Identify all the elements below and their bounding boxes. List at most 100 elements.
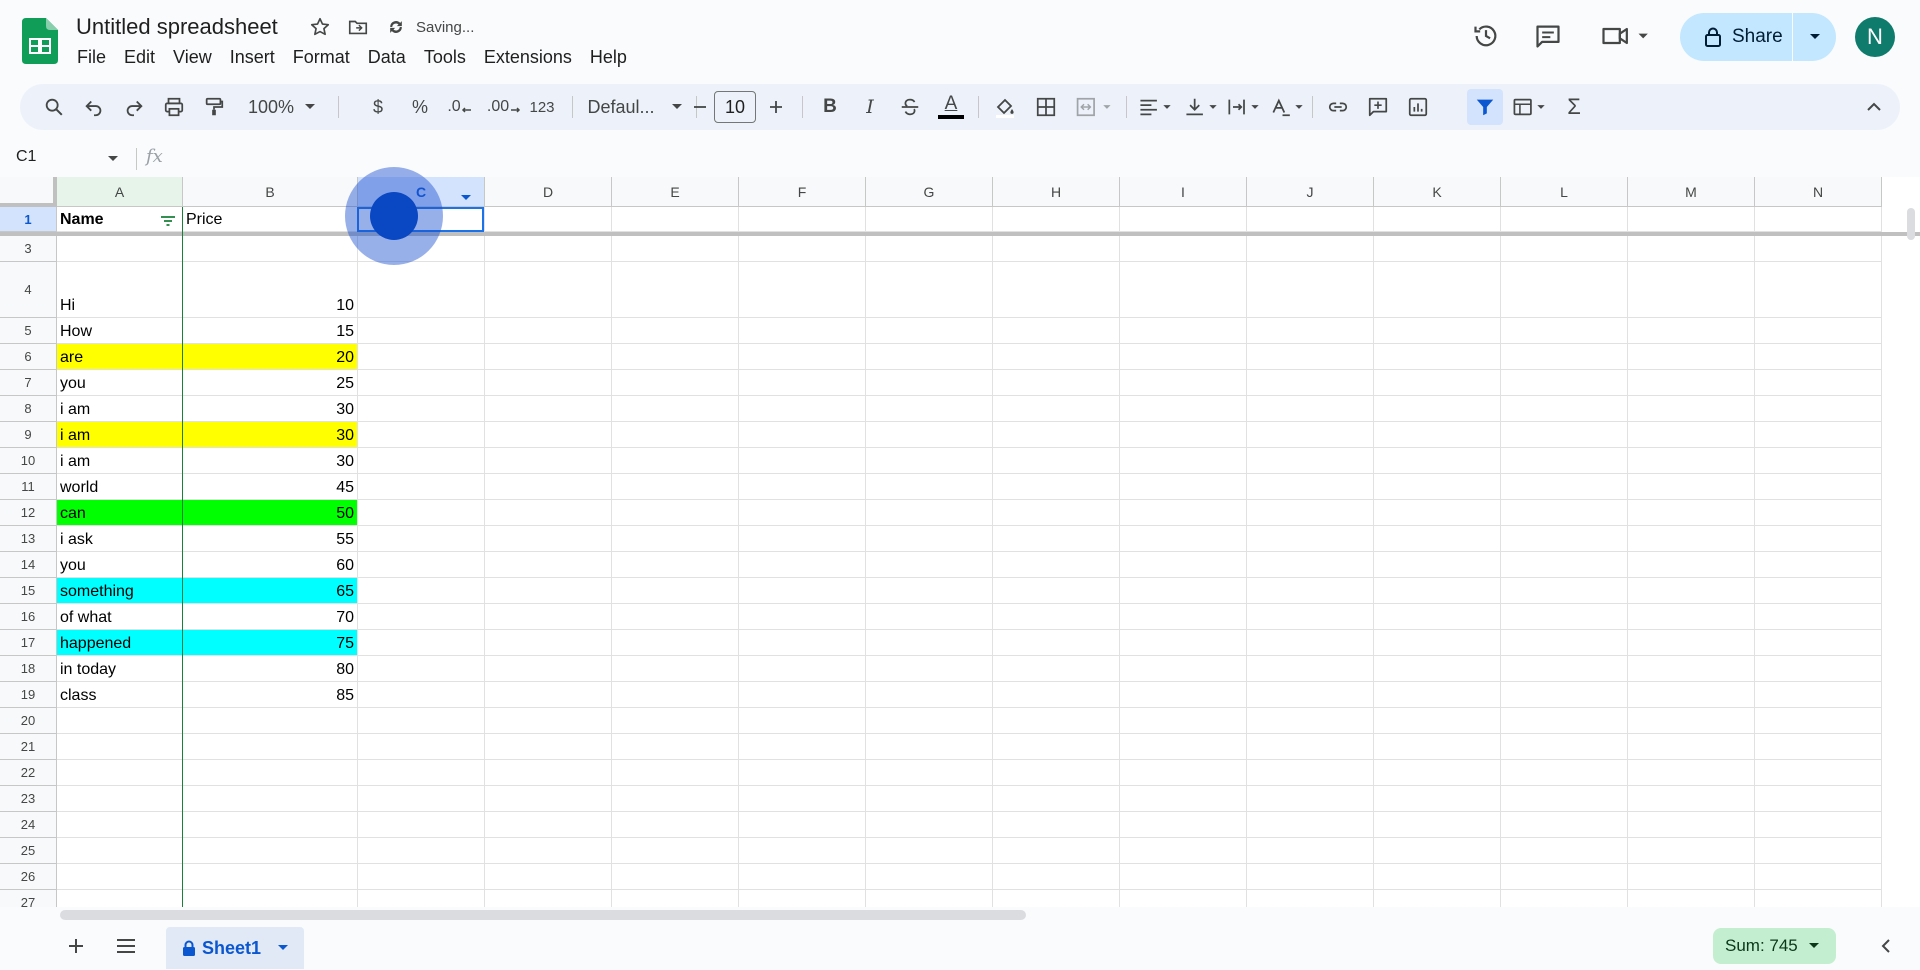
cell-e14[interactable]: [612, 552, 739, 578]
cell-e19[interactable]: [612, 682, 739, 708]
cell-j18[interactable]: [1247, 656, 1374, 682]
horizontal-scrollbar[interactable]: [60, 910, 1026, 920]
cell-g8[interactable]: [866, 396, 993, 422]
row-header-17[interactable]: 17: [0, 630, 57, 656]
cell-i8[interactable]: [1120, 396, 1247, 422]
cell-n26[interactable]: [1755, 864, 1882, 890]
cell-h19[interactable]: [993, 682, 1120, 708]
cell-b6[interactable]: 20: [183, 344, 358, 370]
cell-f8[interactable]: [739, 396, 866, 422]
cell-m5[interactable]: [1628, 318, 1755, 344]
menu-data[interactable]: Data: [359, 46, 415, 68]
row-header-3[interactable]: 3: [0, 236, 57, 262]
cell-n22[interactable]: [1755, 760, 1882, 786]
cell-h1[interactable]: [993, 207, 1120, 232]
cell-e13[interactable]: [612, 526, 739, 552]
row-header-14[interactable]: 14: [0, 552, 57, 578]
cell-c4[interactable]: [358, 262, 485, 318]
column-header-i[interactable]: I: [1120, 177, 1247, 207]
cell-g17[interactable]: [866, 630, 993, 656]
cell-a7[interactable]: you: [57, 370, 183, 396]
decrease-font-size-button[interactable]: [686, 84, 714, 130]
cell-d12[interactable]: [485, 500, 612, 526]
cell-d25[interactable]: [485, 838, 612, 864]
cell-j23[interactable]: [1247, 786, 1374, 812]
cell-m26[interactable]: [1628, 864, 1755, 890]
cell-j9[interactable]: [1247, 422, 1374, 448]
cell-l16[interactable]: [1501, 604, 1628, 630]
cell-a10[interactable]: i am: [57, 448, 183, 474]
cell-c15[interactable]: [358, 578, 485, 604]
cell-n24[interactable]: [1755, 812, 1882, 838]
name-box[interactable]: C1: [16, 148, 36, 166]
cell-g18[interactable]: [866, 656, 993, 682]
cell-f6[interactable]: [739, 344, 866, 370]
cell-c16[interactable]: [358, 604, 485, 630]
row-header-16[interactable]: 16: [0, 604, 57, 630]
cell-n14[interactable]: [1755, 552, 1882, 578]
cell-m16[interactable]: [1628, 604, 1755, 630]
cell-e24[interactable]: [612, 812, 739, 838]
row-header-6[interactable]: 6: [0, 344, 57, 370]
cell-f26[interactable]: [739, 864, 866, 890]
cell-d11[interactable]: [485, 474, 612, 500]
vertical-align-icon[interactable]: [1180, 84, 1224, 130]
cell-l20[interactable]: [1501, 708, 1628, 734]
cell-n7[interactable]: [1755, 370, 1882, 396]
cell-i4[interactable]: [1120, 262, 1247, 318]
cell-g13[interactable]: [866, 526, 993, 552]
cell-a20[interactable]: [57, 708, 183, 734]
row-header-27[interactable]: 27: [0, 890, 57, 907]
cell-a24[interactable]: [57, 812, 183, 838]
insert-comment-icon[interactable]: [1360, 84, 1396, 130]
cell-g20[interactable]: [866, 708, 993, 734]
cell-f3[interactable]: [739, 236, 866, 262]
cell-l5[interactable]: [1501, 318, 1628, 344]
cell-a12[interactable]: can: [57, 500, 183, 526]
all-sheets-icon[interactable]: [112, 932, 140, 960]
cell-j22[interactable]: [1247, 760, 1374, 786]
cell-l14[interactable]: [1501, 552, 1628, 578]
cell-e9[interactable]: [612, 422, 739, 448]
insert-link-icon[interactable]: [1320, 84, 1356, 130]
cell-a17[interactable]: happened: [57, 630, 183, 656]
cell-m11[interactable]: [1628, 474, 1755, 500]
cell-j25[interactable]: [1247, 838, 1374, 864]
row-header-13[interactable]: 13: [0, 526, 57, 552]
cell-g26[interactable]: [866, 864, 993, 890]
cell-e3[interactable]: [612, 236, 739, 262]
cell-g11[interactable]: [866, 474, 993, 500]
column-header-b[interactable]: B: [183, 177, 358, 207]
menu-insert[interactable]: Insert: [221, 46, 284, 68]
cell-g1[interactable]: [866, 207, 993, 232]
cell-m13[interactable]: [1628, 526, 1755, 552]
cell-l6[interactable]: [1501, 344, 1628, 370]
menu-extensions[interactable]: Extensions: [475, 46, 581, 68]
cell-k26[interactable]: [1374, 864, 1501, 890]
cell-f19[interactable]: [739, 682, 866, 708]
cell-e22[interactable]: [612, 760, 739, 786]
cell-f24[interactable]: [739, 812, 866, 838]
cell-d14[interactable]: [485, 552, 612, 578]
cell-h24[interactable]: [993, 812, 1120, 838]
cell-f23[interactable]: [739, 786, 866, 812]
cell-b21[interactable]: [183, 734, 358, 760]
cell-n9[interactable]: [1755, 422, 1882, 448]
move-folder-icon[interactable]: [346, 15, 370, 39]
cell-j11[interactable]: [1247, 474, 1374, 500]
font-size-input[interactable]: 10: [714, 91, 756, 123]
cell-l21[interactable]: [1501, 734, 1628, 760]
cell-i23[interactable]: [1120, 786, 1247, 812]
share-button[interactable]: Share: [1680, 13, 1836, 61]
cell-f4[interactable]: [739, 262, 866, 318]
cell-b19[interactable]: 85: [183, 682, 358, 708]
cell-g16[interactable]: [866, 604, 993, 630]
cell-l24[interactable]: [1501, 812, 1628, 838]
cell-a8[interactable]: i am: [57, 396, 183, 422]
cell-d23[interactable]: [485, 786, 612, 812]
cell-d8[interactable]: [485, 396, 612, 422]
cell-l15[interactable]: [1501, 578, 1628, 604]
cell-a11[interactable]: world: [57, 474, 183, 500]
cell-g14[interactable]: [866, 552, 993, 578]
sheets-logo-icon[interactable]: [22, 18, 62, 66]
